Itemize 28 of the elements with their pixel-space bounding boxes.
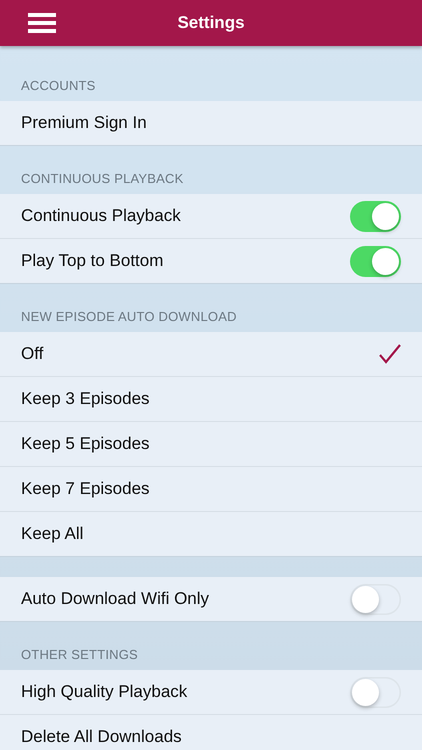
settings-row[interactable]: Keep All bbox=[0, 512, 422, 557]
row-label: Keep All bbox=[21, 524, 84, 544]
toggle-switch[interactable] bbox=[350, 246, 401, 276]
settings-row[interactable]: Premium Sign In bbox=[0, 101, 422, 146]
row-label: Off bbox=[21, 344, 44, 364]
settings-row[interactable]: Keep 7 Episodes bbox=[0, 467, 422, 512]
settings-row[interactable]: Keep 5 Episodes bbox=[0, 422, 422, 467]
section-header: NEW EPISODE AUTO DOWNLOAD bbox=[21, 309, 237, 324]
section-header: CONTINUOUS PLAYBACK bbox=[21, 171, 184, 186]
section-header: OTHER SETTINGS bbox=[21, 647, 138, 662]
row-label: Auto Download Wifi Only bbox=[21, 589, 210, 609]
settings-row[interactable]: Keep 3 Episodes bbox=[0, 377, 422, 422]
row-label: Keep 5 Episodes bbox=[21, 434, 151, 454]
screen-title: Settings bbox=[176, 13, 246, 33]
menu-icon[interactable] bbox=[28, 13, 56, 33]
toggle-switch[interactable] bbox=[350, 676, 401, 708]
row-label: Continuous Playback bbox=[21, 206, 182, 226]
row-label: High Quality Playback bbox=[21, 682, 188, 702]
row-label: Premium Sign In bbox=[21, 113, 148, 133]
toggle-switch[interactable] bbox=[350, 200, 401, 232]
toggle-switch[interactable] bbox=[350, 584, 401, 614]
row-label: Keep 7 Episodes bbox=[21, 479, 151, 499]
settings-row[interactable]: Delete All Downloads bbox=[0, 715, 422, 750]
row-label: Play Top to Bottom bbox=[21, 251, 164, 271]
settings-row[interactable]: Off bbox=[0, 332, 422, 377]
section-header: ACCOUNTS bbox=[21, 78, 96, 93]
row-label: Delete All Downloads bbox=[21, 727, 183, 747]
row-label: Keep 3 Episodes bbox=[21, 389, 151, 409]
